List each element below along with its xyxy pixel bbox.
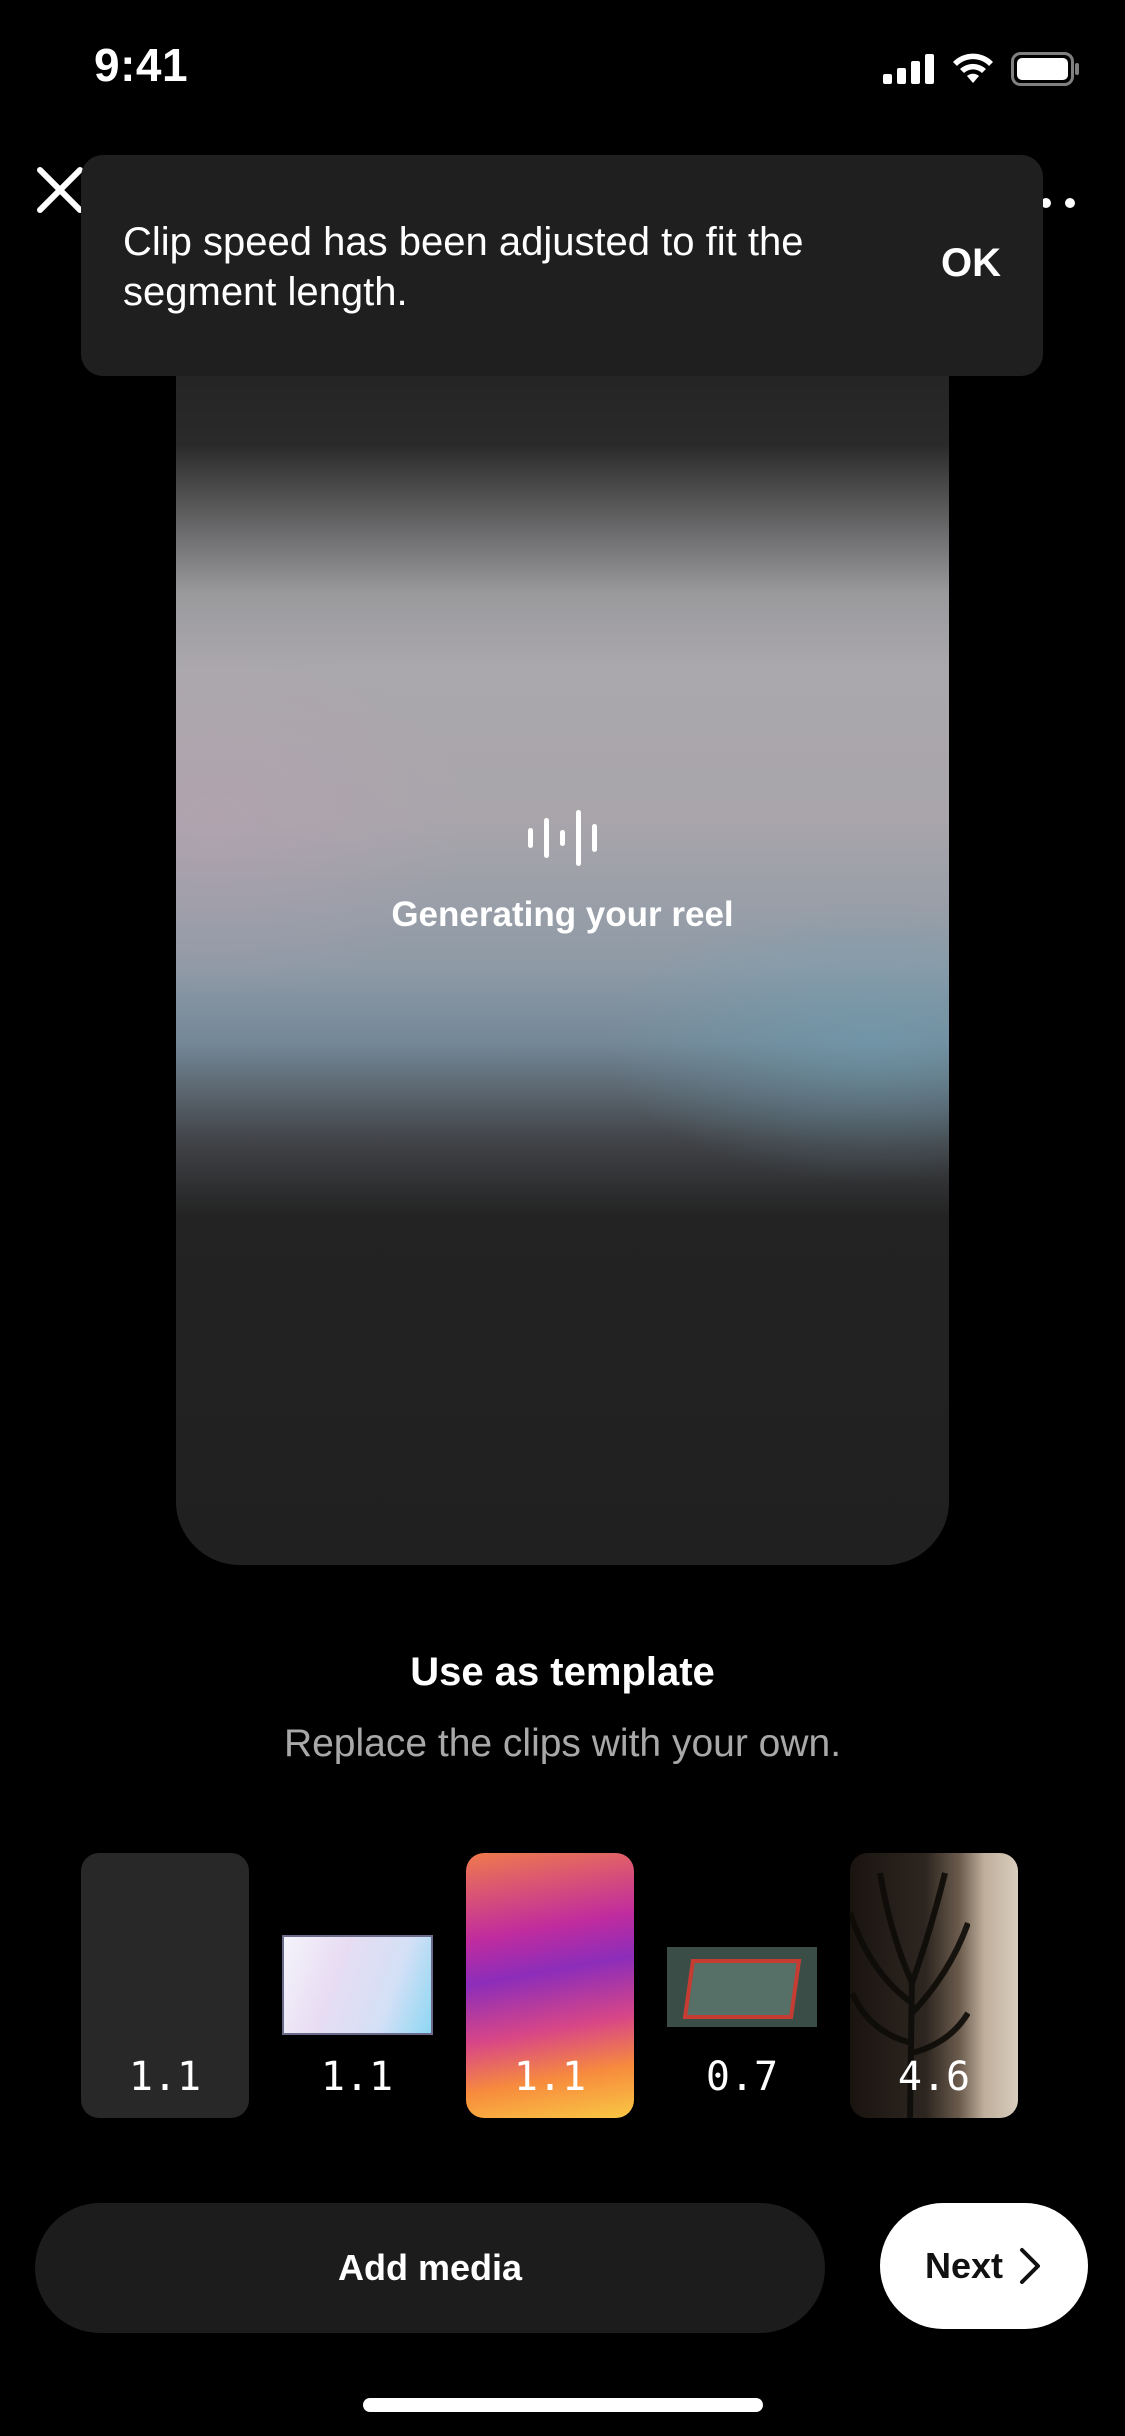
speed-adjusted-toast: Clip speed has been adjusted to fit the … xyxy=(81,155,1043,376)
clip-image-gradient xyxy=(282,1935,433,2035)
clip-duration: 0.7 xyxy=(705,2054,779,2100)
generating-status-text: Generating your reel xyxy=(391,895,734,934)
clip-thumbnail-1[interactable]: 1.1 xyxy=(81,1853,249,2118)
clip-thumbnail-3-selected[interactable]: 1.1 xyxy=(466,1853,634,2118)
chevron-right-icon xyxy=(1020,2248,1041,2284)
add-media-label: Add media xyxy=(337,2247,523,2288)
next-label: Next xyxy=(924,2245,1004,2286)
clip-image-frame xyxy=(682,1959,802,2019)
clip-duration: 1.1 xyxy=(513,2054,587,2100)
template-title: Use as template xyxy=(410,1650,715,1694)
clip-duration: 4.6 xyxy=(897,2054,971,2100)
clip-thumbnail-4[interactable]: 0.7 xyxy=(658,1853,826,2118)
next-button[interactable]: Next xyxy=(880,2203,1088,2329)
status-icons xyxy=(883,52,1081,86)
clip-duration: 1.1 xyxy=(128,2054,202,2100)
home-indicator xyxy=(363,2398,763,2412)
clip-thumbnail-2[interactable]: 1.1 xyxy=(273,1853,441,2118)
clip-thumbnail-5[interactable]: 4.6 xyxy=(850,1853,1018,2118)
toast-ok-button[interactable]: OK xyxy=(941,241,1001,286)
template-subtitle: Replace the clips with your own. xyxy=(283,1722,842,1765)
reel-preview: Generating your reel xyxy=(176,320,949,1565)
audio-wave-icon xyxy=(528,810,597,866)
add-media-button[interactable]: Add media xyxy=(35,2203,825,2333)
more-options-icon xyxy=(1041,198,1075,208)
toast-message: Clip speed has been adjusted to fit the … xyxy=(123,220,804,314)
clip-duration: 1.1 xyxy=(320,2054,394,2100)
clip-image-room xyxy=(667,1947,817,2027)
wifi-icon xyxy=(953,53,993,83)
preview-tint xyxy=(176,320,949,1565)
more-options-button[interactable] xyxy=(1040,188,1080,218)
battery-icon xyxy=(1011,52,1079,86)
cellular-signal-icon xyxy=(883,54,934,84)
status-time: 9:41 xyxy=(94,39,189,91)
